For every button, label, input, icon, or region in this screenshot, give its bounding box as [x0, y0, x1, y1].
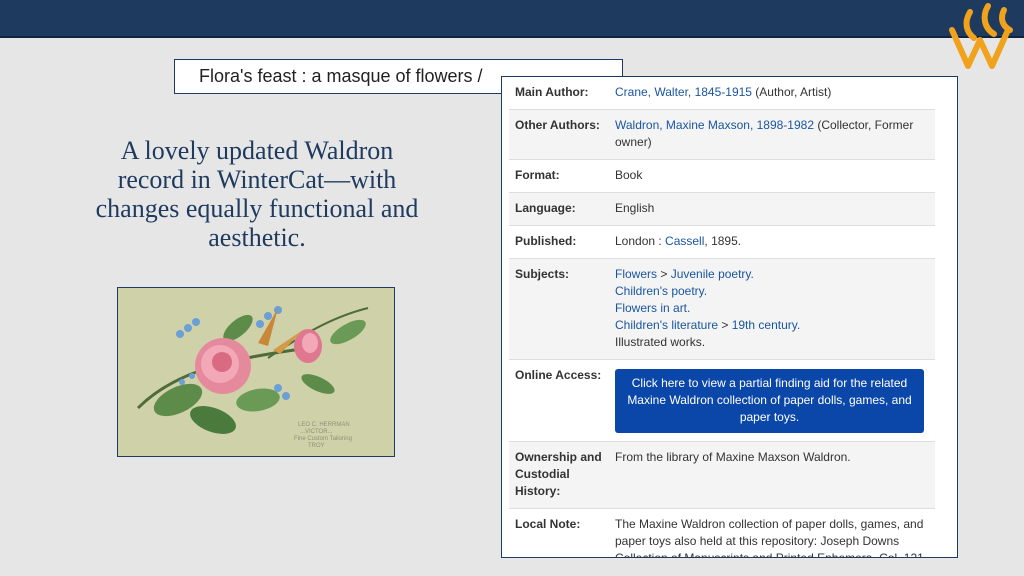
row-ownership: Ownership and Custodial History: From th…	[509, 442, 935, 509]
row-main-author: Main Author: Crane, Walter, 1845-1915 (A…	[509, 77, 935, 110]
main-author-role: (Author, Artist)	[751, 85, 832, 99]
format-label: Format:	[515, 168, 560, 182]
published-place: London :	[615, 234, 666, 248]
online-access-label: Online Access:	[515, 368, 602, 382]
subjects-value: Flowers > Juvenile poetry. Children's po…	[615, 266, 935, 351]
subject-line: Children's literature > 19th century.	[615, 317, 929, 334]
published-year: , 1895.	[704, 234, 742, 248]
main-author-value: Crane, Walter, 1845-1915 (Author, Artist…	[615, 84, 935, 101]
row-published: Published: London : Cassell, 1895.	[509, 226, 935, 259]
subject-line: Children's poetry.	[615, 283, 929, 300]
top-banner	[0, 0, 1024, 38]
published-label: Published:	[515, 234, 577, 248]
subject-link[interactable]: Children's literature	[615, 318, 718, 332]
subject-link[interactable]: Children's poetry.	[615, 284, 707, 298]
published-value: London : Cassell, 1895.	[615, 233, 935, 250]
subject-separator: >	[718, 318, 732, 332]
row-subjects: Subjects: Flowers > Juvenile poetry. Chi…	[509, 259, 935, 360]
subject-link[interactable]: Flowers in art.	[615, 301, 690, 315]
subject-line: Flowers > Juvenile poetry.	[615, 266, 929, 283]
row-language: Language: English	[509, 193, 935, 226]
online-access-value: Click here to view a partial finding aid…	[615, 367, 935, 433]
subject-line: Flowers in art.	[615, 300, 929, 317]
format-value: Book	[615, 168, 643, 182]
ownership-label: Ownership and Custodial History:	[515, 450, 602, 498]
catalog-record: Main Author: Crane, Walter, 1845-1915 (A…	[501, 76, 958, 558]
row-local-note: Local Note: The Maxine Waldron collectio…	[509, 509, 935, 558]
college-logo-icon	[949, 3, 1013, 69]
subject-separator: >	[657, 267, 671, 281]
local-note-label: Local Note:	[515, 517, 581, 531]
subject-link[interactable]: 19th century.	[732, 318, 800, 332]
subject-link[interactable]: Flowers	[615, 267, 657, 281]
other-authors-label: Other Authors:	[515, 118, 600, 132]
other-authors-link[interactable]: Waldron, Maxine Maxson, 1898-1982	[615, 118, 814, 132]
language-value: English	[615, 201, 655, 215]
floral-card-image: LEO C. HERRMAN ...VICTOR... Fine Custom …	[117, 287, 395, 457]
row-online-access: Online Access: Click here to view a part…	[509, 360, 935, 442]
subject-link[interactable]: Juvenile poetry.	[671, 267, 754, 281]
ownership-value: From the library of Maxine Maxson Waldro…	[615, 450, 851, 464]
imprint-line-2: ...VICTOR...	[300, 429, 333, 435]
imprint-line-4: TROY	[308, 443, 325, 449]
subjects-label: Subjects:	[515, 267, 570, 281]
row-format: Format: Book	[509, 160, 935, 193]
imprint-line-3: Fine Custom Tailoring	[294, 436, 352, 442]
main-author-link[interactable]: Crane, Walter, 1845-1915	[615, 85, 752, 99]
main-author-label: Main Author:	[515, 85, 589, 99]
imprint-line-1: LEO C. HERRMAN	[298, 422, 350, 428]
language-label: Language:	[515, 201, 576, 215]
subject-line: Illustrated works.	[615, 335, 706, 349]
other-authors-value: Waldron, Maxine Maxson, 1898-1982 (Colle…	[615, 117, 935, 151]
publisher-link[interactable]: Cassell	[665, 234, 704, 248]
row-other-authors: Other Authors: Waldron, Maxine Maxson, 1…	[509, 110, 935, 160]
slide-caption: A lovely updated Waldron record in Winte…	[95, 136, 419, 252]
finding-aid-button[interactable]: Click here to view a partial finding aid…	[615, 369, 924, 433]
local-note-value: The Maxine Waldron collection of paper d…	[615, 517, 928, 558]
